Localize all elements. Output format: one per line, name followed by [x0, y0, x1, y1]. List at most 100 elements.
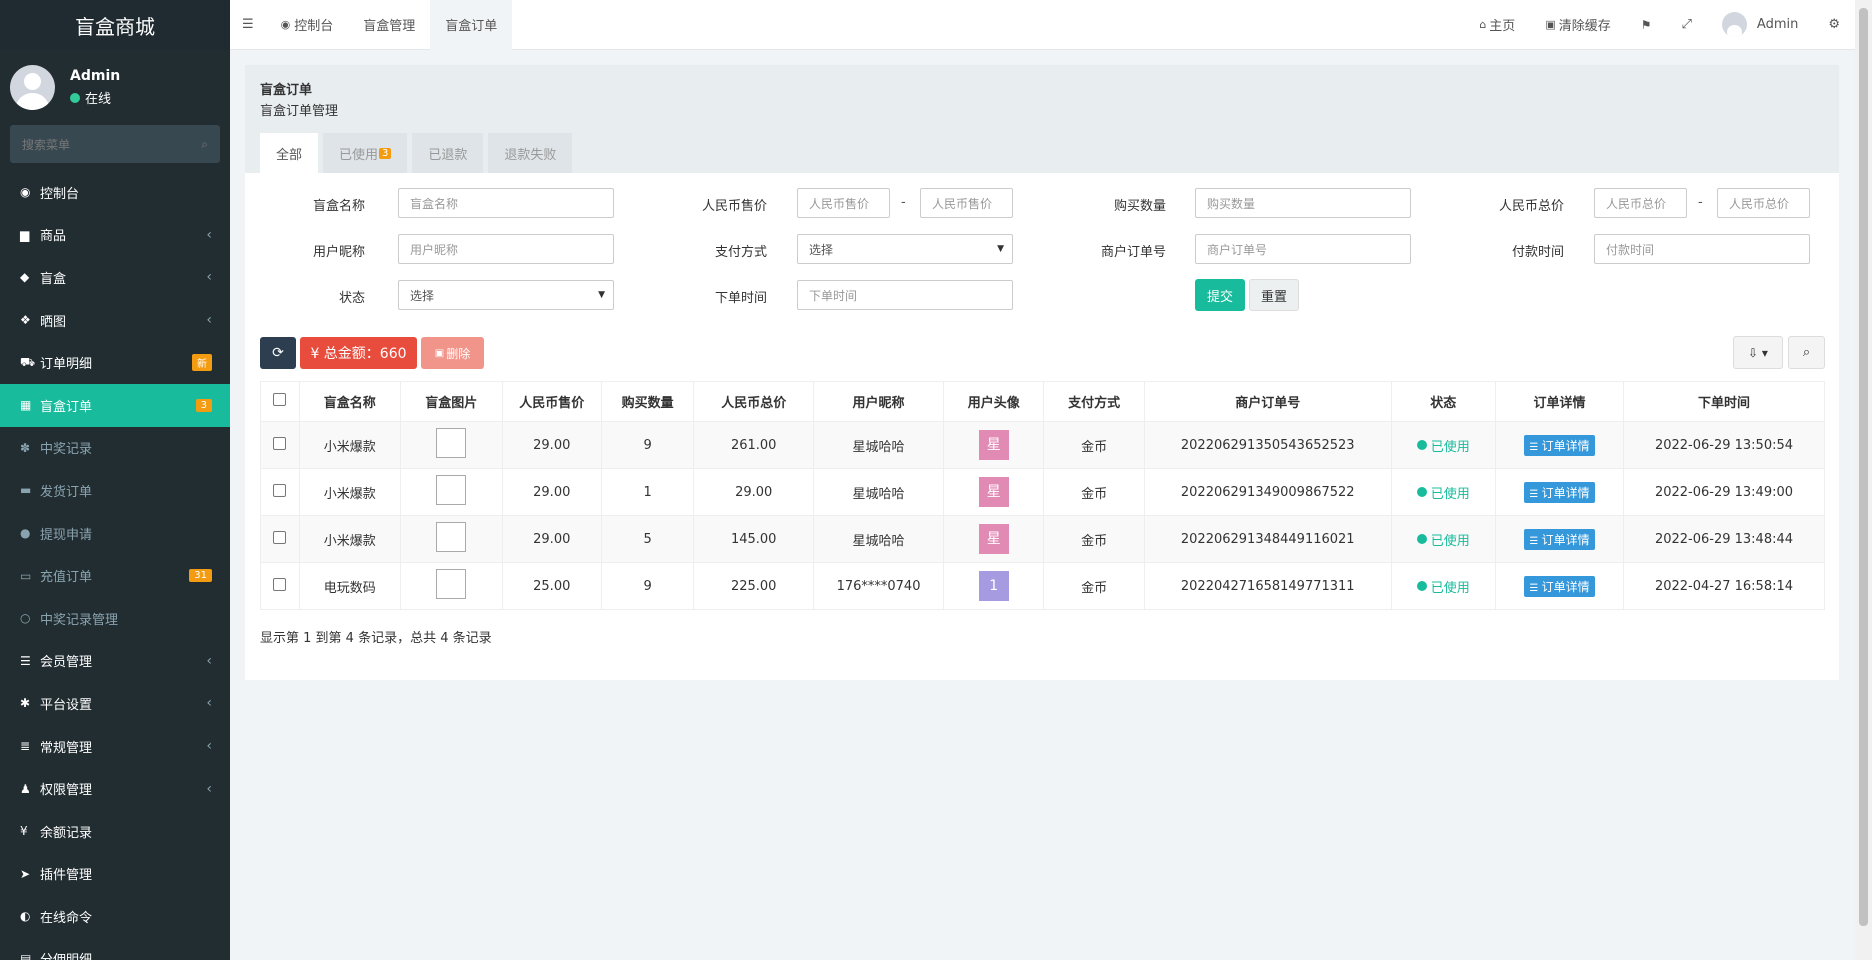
table-row[interactable]: 电玩数码 25.00 9 225.00 176****0740 1 金币 2022042716…	[260, 562, 1826, 610]
sidebar-item-10[interactable]: ○ 中奖记录管理	[0, 597, 230, 640]
submit-button[interactable]: 提交	[1195, 279, 1245, 311]
gear-icon: ✱	[20, 696, 31, 711]
column-header[interactable]: 下单时间	[1622, 381, 1826, 422]
row-checkbox[interactable]	[273, 436, 287, 450]
total-min-input[interactable]: 人民币总价	[1594, 188, 1687, 218]
page-scrollbar[interactable]	[1855, 0, 1872, 960]
table-row[interactable]: 小米爆款 29.00 5 145.00 星城哈哈 星 金币 20220629134844911…	[260, 515, 1826, 563]
column-header[interactable]: 盲盒图片	[400, 381, 503, 422]
order-time-input[interactable]: 下单时间	[797, 280, 1013, 310]
row-checkbox[interactable]	[273, 530, 287, 544]
status-dot-icon	[1416, 534, 1427, 544]
reset-button[interactable]: 重置	[1249, 279, 1299, 311]
sidebar-item-17[interactable]: ◐ 在线命令	[0, 895, 230, 938]
sidebar-item-0[interactable]: ◉ 控制台	[0, 171, 230, 214]
row-select-cell[interactable]	[260, 515, 300, 563]
price-min-input[interactable]: 人民币售价	[797, 188, 890, 218]
pay-method-select[interactable]: 选择 ▼	[797, 234, 1013, 264]
order-no-cell: 202204271658149771311	[1143, 562, 1392, 610]
sidebar-item-9[interactable]: ▭ 充值订单 31	[0, 554, 230, 597]
column-header[interactable]: 订单详情	[1495, 381, 1624, 422]
name-input[interactable]: 盲盒名称	[398, 188, 614, 218]
status-text: 已使用	[1430, 580, 1470, 596]
sidebar-item-7[interactable]: ▬ 发货订单	[0, 469, 230, 512]
column-header[interactable]: 状态	[1390, 381, 1497, 422]
order-detail-button[interactable]: ☰ 订单详情	[1524, 528, 1595, 550]
column-header[interactable]: 购买数量	[600, 381, 695, 422]
price-max-input[interactable]: 人民币售价	[920, 188, 1013, 218]
admin-menu[interactable]: Admin	[1707, 0, 1813, 50]
tab-blindbox-manage[interactable]: 盲盒管理	[348, 0, 430, 50]
sidebar-item-18[interactable]: ▤ 分佣明细	[0, 938, 230, 960]
delete-button[interactable]: ▣ 删除	[421, 337, 484, 369]
box-image[interactable]	[436, 475, 467, 505]
nickname-input[interactable]: 用户昵称	[398, 234, 614, 264]
table-row[interactable]: 小米爆款 29.00 1 29.00 星城哈哈星金币 202206291349009867…	[260, 468, 1826, 516]
row-select-cell[interactable]	[260, 468, 300, 516]
chevron-left-icon: ‹	[206, 780, 212, 797]
refresh-button[interactable]: ⟳	[260, 337, 296, 369]
select-all-cell[interactable]	[260, 381, 300, 422]
sidebar-item-16[interactable]: ➤ 插件管理	[0, 853, 230, 896]
box-image[interactable]	[436, 569, 467, 599]
sidebar-item-13[interactable]: ≣ 常规管理 ‹	[0, 725, 230, 768]
sidebar-item-5[interactable]: ▦ 盲盒订单 3	[0, 383, 230, 427]
scrollbar-thumb[interactable]	[1859, 8, 1868, 926]
tab-dashboard[interactable]: ◉ 控制台	[266, 0, 349, 50]
row-select-cell[interactable]	[260, 562, 300, 610]
select-all-checkbox[interactable]	[273, 393, 287, 406]
user-avatar[interactable]: 星	[978, 524, 1009, 554]
table-row[interactable]: 小米爆款 29.00 9 261.00 星城哈哈 星 金币 20220629135054365…	[260, 421, 1826, 469]
row-checkbox[interactable]	[273, 577, 287, 591]
fullscreen-icon[interactable]: ⤢	[1667, 0, 1707, 50]
user-avatar[interactable]: 星	[978, 477, 1009, 507]
column-header[interactable]: 人民币总价	[693, 381, 815, 422]
column-header[interactable]: 人民币售价	[501, 381, 602, 422]
qty-input[interactable]: 购买数量	[1195, 188, 1411, 218]
chevron-left-icon: ‹	[206, 738, 212, 755]
sidebar-item-6[interactable]: ✽ 中奖记录	[0, 427, 230, 470]
order-detail-button[interactable]: ☰ 订单详情	[1524, 481, 1595, 503]
pay-time-input[interactable]: 付款时间	[1594, 234, 1810, 264]
column-header[interactable]: 用户头像	[942, 381, 1045, 422]
total-cell: 29.00	[693, 468, 815, 516]
table-search-button[interactable]: ⌕	[1788, 336, 1825, 369]
sidebar-item-14[interactable]: ♟ 权限管理 ‹	[0, 767, 230, 810]
column-header[interactable]: 支付方式	[1043, 381, 1145, 422]
merchant-order-input[interactable]: 商户订单号	[1195, 234, 1411, 264]
status-select[interactable]: 选择 ▼	[398, 280, 614, 310]
total-max-input[interactable]: 人民币总价	[1717, 188, 1810, 218]
column-header[interactable]: 商户订单号	[1143, 381, 1392, 422]
filter-fields: 盲盒名称 盲盒名称 人民币售价 人民币售价 - 人民币售价 购买数量 购买数量 …	[245, 65, 1839, 680]
sidebar-item-4[interactable]: ⛟ 订单明细 新	[0, 341, 230, 384]
sidebar-item-label: 插件管理	[40, 868, 93, 884]
sidebar-item-3[interactable]: ❖ 晒图 ‹	[0, 299, 230, 342]
order-detail-button[interactable]: ☰ 订单详情	[1524, 434, 1595, 456]
settings-gears-icon[interactable]: ⚙	[1813, 0, 1855, 50]
export-button[interactable]: ⇩ ▾	[1733, 336, 1783, 369]
app-logo[interactable]: 盲盒商城	[0, 0, 230, 50]
total-amount-button[interactable]: ¥ 总金额：660	[300, 337, 417, 369]
order-detail-button[interactable]: ☰ 订单详情	[1524, 575, 1595, 597]
sidebar-item-2[interactable]: ◆ 盲盒 ‹	[0, 256, 230, 299]
menu-toggle-icon[interactable]: ☰	[230, 0, 266, 50]
sidebar-item-1[interactable]: ▆ 商品 ‹	[0, 214, 230, 257]
user-avatar[interactable]: 星	[978, 430, 1009, 460]
sidebar-search-input[interactable]: 搜索菜单 ⌕	[10, 125, 220, 163]
home-link[interactable]: ⌂ 主页	[1464, 0, 1530, 50]
admin-avatar	[1721, 12, 1747, 37]
clear-cache-button[interactable]: ▣ 清除缓存	[1530, 0, 1625, 50]
sidebar-item-12[interactable]: ✱ 平台设置 ‹	[0, 682, 230, 725]
box-image[interactable]	[436, 428, 467, 458]
tab-blindbox-orders[interactable]: 盲盒订单	[430, 0, 513, 50]
column-header[interactable]: 用户昵称	[813, 381, 944, 422]
column-header[interactable]: 盲盒名称	[298, 381, 402, 422]
user-avatar[interactable]: 1	[978, 571, 1009, 601]
language-icon[interactable]: ⚑	[1626, 0, 1667, 50]
row-select-cell[interactable]	[260, 421, 300, 469]
sidebar-item-15[interactable]: ¥ 余额记录	[0, 810, 230, 853]
sidebar-item-11[interactable]: ☰ 会员管理 ‹	[0, 640, 230, 683]
row-checkbox[interactable]	[273, 483, 287, 497]
box-image[interactable]	[436, 522, 467, 552]
sidebar-item-8[interactable]: ● 提现申请	[0, 512, 230, 555]
